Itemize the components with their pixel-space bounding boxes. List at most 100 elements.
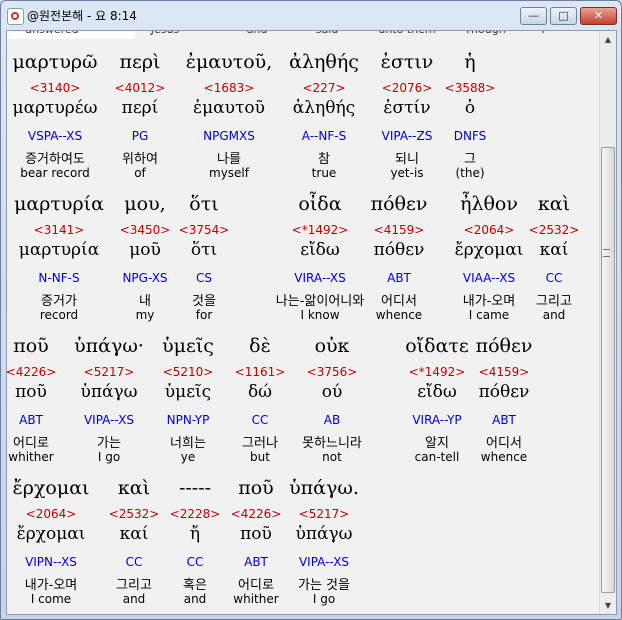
greek-word[interactable]: καὶ: [538, 193, 570, 215]
greek-word[interactable]: ἀληθής: [289, 51, 359, 73]
korean-gloss: 참: [318, 152, 330, 167]
greek-word[interactable]: ὑπάγω.: [289, 477, 359, 499]
english-gloss: of: [134, 166, 146, 180]
greek-word[interactable]: δὲ: [249, 335, 271, 357]
english-gloss: I come: [30, 592, 72, 606]
previous-english-gloss: Jesus: [151, 31, 179, 36]
strong-number[interactable]: <227>: [302, 81, 345, 95]
app-icon[interactable]: [7, 8, 24, 25]
strong-number[interactable]: <5217>: [84, 365, 135, 379]
strong-number[interactable]: <4012>: [115, 81, 166, 95]
greek-word[interactable]: ποῦ: [13, 335, 48, 357]
greek-word[interactable]: ἔρχομαι: [13, 477, 90, 499]
morphology-code: CS: [196, 271, 212, 285]
lemma: πόθεν: [478, 382, 530, 402]
morphology-code: N-NF-S: [38, 271, 80, 285]
korean-gloss: 혹은: [183, 578, 207, 593]
strong-number[interactable]: <5217>: [299, 507, 350, 521]
vertical-scrollbar[interactable]: ▲ ▼: [599, 31, 616, 614]
korean-gloss: 위하여: [122, 152, 158, 167]
korean-gloss: 알지: [425, 436, 449, 451]
greek-word[interactable]: -----: [179, 477, 211, 499]
lemma: ποῦ: [240, 524, 272, 544]
strong-number[interactable]: <4226>: [7, 365, 56, 379]
previous-english-gloss: Though: [464, 31, 505, 36]
morphology-code: VIPN--XS: [25, 555, 77, 569]
greek-word[interactable]: οἴδατε: [405, 335, 469, 357]
greek-word[interactable]: ὅτι: [189, 193, 218, 215]
greek-word[interactable]: καὶ: [118, 477, 150, 499]
lemma: ἤ: [189, 524, 201, 544]
korean-gloss: 그러나: [242, 436, 278, 451]
previous-english-gloss: unto them: [378, 31, 435, 36]
strong-number[interactable]: <2076>: [382, 81, 433, 95]
morphology-code: AB: [323, 413, 341, 427]
greek-word[interactable]: μαρτυρῶ: [12, 51, 97, 73]
greek-word[interactable]: οὐκ: [315, 335, 350, 357]
greek-word[interactable]: ἦλθον: [460, 193, 518, 215]
korean-gloss: 어디로: [238, 578, 274, 593]
strong-number[interactable]: <*1492>: [409, 365, 466, 379]
strong-number[interactable]: <2064>: [26, 507, 77, 521]
english-gloss: whence: [375, 308, 423, 322]
maximize-button[interactable]: □: [550, 7, 577, 25]
greek-word[interactable]: περὶ: [120, 51, 161, 73]
korean-gloss: 어디로: [13, 436, 49, 451]
strong-number[interactable]: <3141>: [34, 223, 85, 237]
previous-line-glosses: answered Jesus and said unto them Though I: [7, 31, 599, 39]
greek-word[interactable]: οἶδα: [298, 193, 341, 215]
strong-number[interactable]: <4159>: [374, 223, 425, 237]
greek-word[interactable]: ἐστιν: [381, 51, 434, 73]
strong-number[interactable]: <2064>: [464, 223, 515, 237]
korean-gloss: 너희는: [170, 436, 206, 451]
strong-number[interactable]: <4159>: [479, 365, 530, 379]
strong-number[interactable]: <1161>: [235, 365, 286, 379]
strong-number[interactable]: <3588>: [445, 81, 496, 95]
korean-gloss: 증거하여도: [25, 152, 85, 167]
lemma: εἴδω: [417, 382, 457, 402]
korean-gloss: 나를: [217, 152, 241, 167]
lemma: ἐστίν: [383, 98, 431, 118]
greek-word[interactable]: πόθεν: [476, 335, 533, 357]
english-gloss: and: [183, 592, 207, 606]
strong-number[interactable]: <5210>: [163, 365, 214, 379]
greek-word[interactable]: ἐμαυτοῦ,: [186, 51, 272, 73]
korean-gloss: 그리고: [536, 294, 572, 309]
strong-number[interactable]: <3756>: [307, 365, 358, 379]
english-gloss: whither: [8, 450, 54, 464]
morphology-code: VIPA--ZS: [381, 129, 433, 143]
morphology-code: ABT: [19, 413, 43, 427]
strong-number[interactable]: <3140>: [30, 81, 81, 95]
lemma: ὑπάγω: [80, 382, 138, 402]
morphology-code: NPGMXS: [203, 129, 255, 143]
scroll-down-arrow-icon[interactable]: ▼: [600, 597, 616, 614]
greek-word[interactable]: μου,: [124, 193, 165, 215]
scroll-thumb[interactable]: [601, 147, 615, 593]
strong-number[interactable]: <4226>: [231, 507, 282, 521]
strong-number[interactable]: <2532>: [109, 507, 160, 521]
lemma: ἔρχομαι: [16, 524, 86, 544]
greek-word[interactable]: ὑμεῖς: [162, 335, 214, 357]
minimize-button[interactable]: —: [520, 7, 547, 25]
greek-word[interactable]: ποῦ: [238, 477, 273, 499]
close-button[interactable]: ✕: [580, 7, 617, 25]
morphology-code: VIPA--XS: [83, 413, 135, 427]
strong-number[interactable]: <2228>: [170, 507, 221, 521]
strong-number[interactable]: <2532>: [529, 223, 580, 237]
greek-word[interactable]: ὑπάγω·: [74, 335, 144, 357]
scroll-up-arrow-icon[interactable]: ▲: [600, 31, 616, 48]
morphology-code: VSPA--XS: [27, 129, 83, 143]
greek-word[interactable]: μαρτυρία: [14, 193, 104, 215]
korean-gloss: 내가-오며: [462, 294, 516, 309]
strong-number[interactable]: <*1492>: [292, 223, 349, 237]
lemma: ὑπάγω: [295, 524, 353, 544]
lemma: ὁ: [464, 98, 476, 118]
greek-word[interactable]: ἡ: [464, 51, 475, 73]
strong-number[interactable]: <3754>: [179, 223, 230, 237]
strong-number[interactable]: <3450>: [120, 223, 171, 237]
korean-gloss: 내: [139, 294, 151, 309]
title-bar[interactable]: @원전본해 - 요 8:14 — □ ✕: [1, 1, 621, 30]
lemma: περί: [121, 98, 159, 118]
strong-number[interactable]: <1683>: [204, 81, 255, 95]
greek-word[interactable]: πόθεν: [371, 193, 428, 215]
